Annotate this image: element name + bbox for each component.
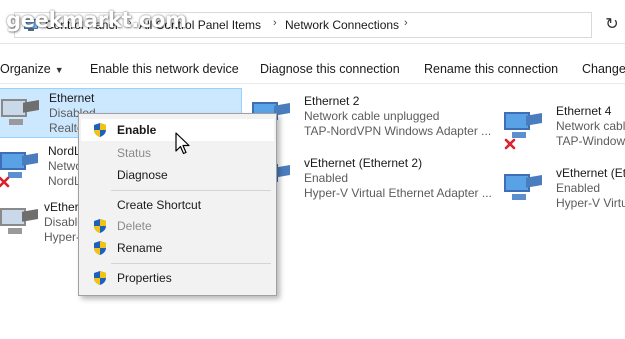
adapter-tile-ethernet-2[interactable]: Ethernet 2 Network cable unplugged TAP-N… bbox=[250, 92, 492, 142]
menu-item-properties[interactable]: Properties bbox=[81, 267, 274, 289]
adapter-device: TAP-NordVPN Windows Adapter ... bbox=[304, 124, 492, 138]
watermark-logo: geekmarkt.com bbox=[6, 8, 187, 32]
adapter-status: Enabled bbox=[304, 171, 349, 185]
chevron-down-icon: ▼ bbox=[54, 65, 64, 75]
adapter-name: Ethernet 4 bbox=[556, 104, 612, 118]
breadcrumb-separator[interactable]: › bbox=[404, 17, 408, 29]
adapter-device: Hyper-V Virtual Ethernet Adapter ... bbox=[304, 186, 492, 200]
menu-item-diagnose[interactable]: Diagnose bbox=[81, 164, 274, 186]
change-settings-button[interactable]: Change bbox=[582, 62, 625, 76]
uac-shield-icon bbox=[94, 241, 106, 255]
menu-separator bbox=[111, 190, 271, 191]
menu-item-label: Delete bbox=[117, 219, 152, 233]
adapter-status: Enabled bbox=[556, 181, 601, 195]
enable-device-button[interactable]: Enable this network device bbox=[90, 62, 239, 76]
adapter-status: Network cable unplugged bbox=[304, 109, 440, 123]
adapter-tile-vethernet-et[interactable]: vEthernet (Et Enabled Hyper-V Virtu bbox=[502, 164, 625, 214]
menu-item-delete[interactable]: Delete bbox=[81, 215, 274, 237]
menu-item-label: Status bbox=[117, 146, 152, 160]
adapter-device: TAP-Window bbox=[556, 134, 625, 148]
breadcrumb-network-connections[interactable]: Network Connections bbox=[285, 18, 399, 32]
refresh-button[interactable]: ↻ bbox=[602, 14, 622, 36]
adapter-tile-vethernet[interactable]: vEthern Disable Hyper-V bbox=[0, 198, 88, 248]
uac-shield-icon bbox=[94, 271, 106, 285]
red-x-icon bbox=[0, 176, 10, 188]
refresh-icon: ↻ bbox=[605, 16, 619, 33]
adapter-tile-vethernet-ethernet-2[interactable]: vEthernet (Ethernet 2) Enabled Hyper-V V… bbox=[250, 154, 492, 204]
adapter-name: vEthernet (Et bbox=[556, 166, 625, 180]
menu-separator bbox=[111, 263, 271, 264]
organize-button[interactable]: Organize ▼ bbox=[0, 62, 64, 76]
uac-shield-icon bbox=[94, 123, 106, 137]
red-x-icon bbox=[504, 138, 516, 150]
menu-item-create-shortcut[interactable]: Create Shortcut bbox=[81, 194, 274, 216]
menu-item-label: Properties bbox=[117, 271, 172, 285]
adapter-tile-nordlynx[interactable]: NordLy Network NordLy bbox=[0, 142, 92, 192]
network-adapter-icon bbox=[0, 208, 38, 234]
adapter-name: Ethernet bbox=[49, 91, 95, 105]
diagnose-button[interactable]: Diagnose this connection bbox=[260, 62, 400, 76]
uac-shield-icon bbox=[94, 219, 106, 233]
adapter-tile-ethernet-4[interactable]: Ethernet 4 Network cable TAP-Window bbox=[502, 102, 625, 152]
adapter-name: Ethernet 2 bbox=[304, 94, 360, 108]
menu-item-label: Diagnose bbox=[117, 168, 168, 182]
adapter-name: vEthernet (Ethernet 2) bbox=[304, 156, 423, 170]
menu-item-label: Create Shortcut bbox=[117, 198, 202, 212]
adapter-device: Hyper-V Virtu bbox=[556, 196, 625, 210]
command-bar: Organize ▼ Enable this network device Dia… bbox=[0, 44, 625, 84]
rename-button[interactable]: Rename this connection bbox=[424, 62, 558, 76]
adapter-status: Network cable bbox=[556, 119, 625, 133]
organize-label: Organize bbox=[0, 62, 51, 76]
network-adapter-icon bbox=[504, 174, 542, 200]
network-adapter-icon bbox=[1, 99, 39, 125]
menu-item-rename[interactable]: Rename bbox=[81, 237, 274, 259]
breadcrumb-separator[interactable]: › bbox=[273, 17, 277, 29]
menu-item-label: Enable bbox=[117, 123, 157, 137]
mouse-cursor-icon bbox=[175, 132, 190, 155]
menu-item-label: Rename bbox=[117, 241, 163, 255]
